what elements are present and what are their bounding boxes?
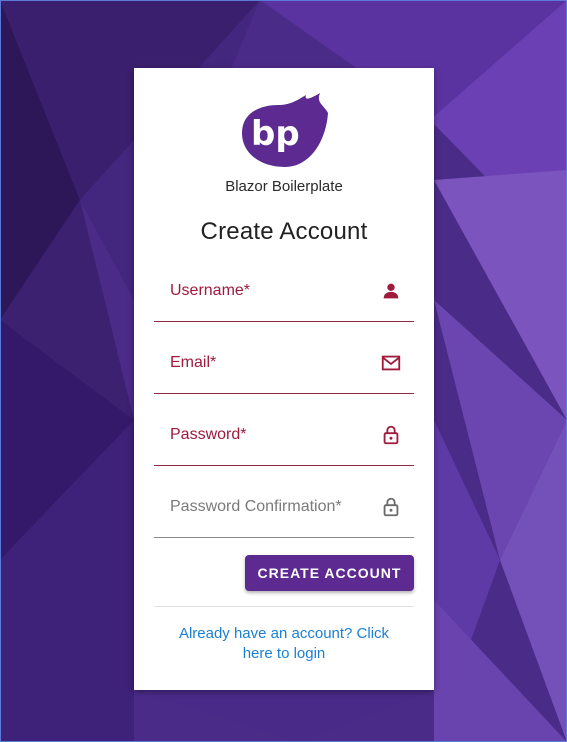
mail-icon	[381, 355, 401, 371]
svg-text:bp: bp	[251, 114, 300, 154]
password-underline	[154, 465, 414, 466]
password-confirmation-field[interactable]: Password Confirmation*	[154, 482, 414, 538]
password-confirmation-underline	[154, 537, 414, 538]
person-icon	[383, 283, 399, 299]
lock-icon	[383, 425, 399, 445]
page-title: Create Account	[200, 218, 368, 245]
lock-icon	[383, 497, 399, 517]
username-underline	[154, 321, 414, 322]
password-field[interactable]: Password*	[154, 410, 414, 466]
email-underline	[154, 393, 414, 394]
password-label: Password*	[170, 426, 247, 443]
brand-name: Blazor Boilerplate	[225, 178, 343, 195]
password-confirmation-label: Password Confirmation*	[170, 498, 342, 515]
create-account-button[interactable]: CREATE ACCOUNT	[245, 555, 414, 591]
divider	[154, 606, 414, 607]
login-link[interactable]: Already have an account? Click here to l…	[164, 624, 404, 664]
username-label: Username*	[170, 282, 251, 299]
email-label: Email*	[170, 354, 217, 371]
username-field[interactable]: Username*	[154, 266, 414, 322]
logo-icon: bp	[242, 93, 328, 167]
email-field[interactable]: Email*	[154, 338, 414, 394]
register-card: bp Blazor Boilerplate Create Account Use…	[134, 68, 434, 690]
